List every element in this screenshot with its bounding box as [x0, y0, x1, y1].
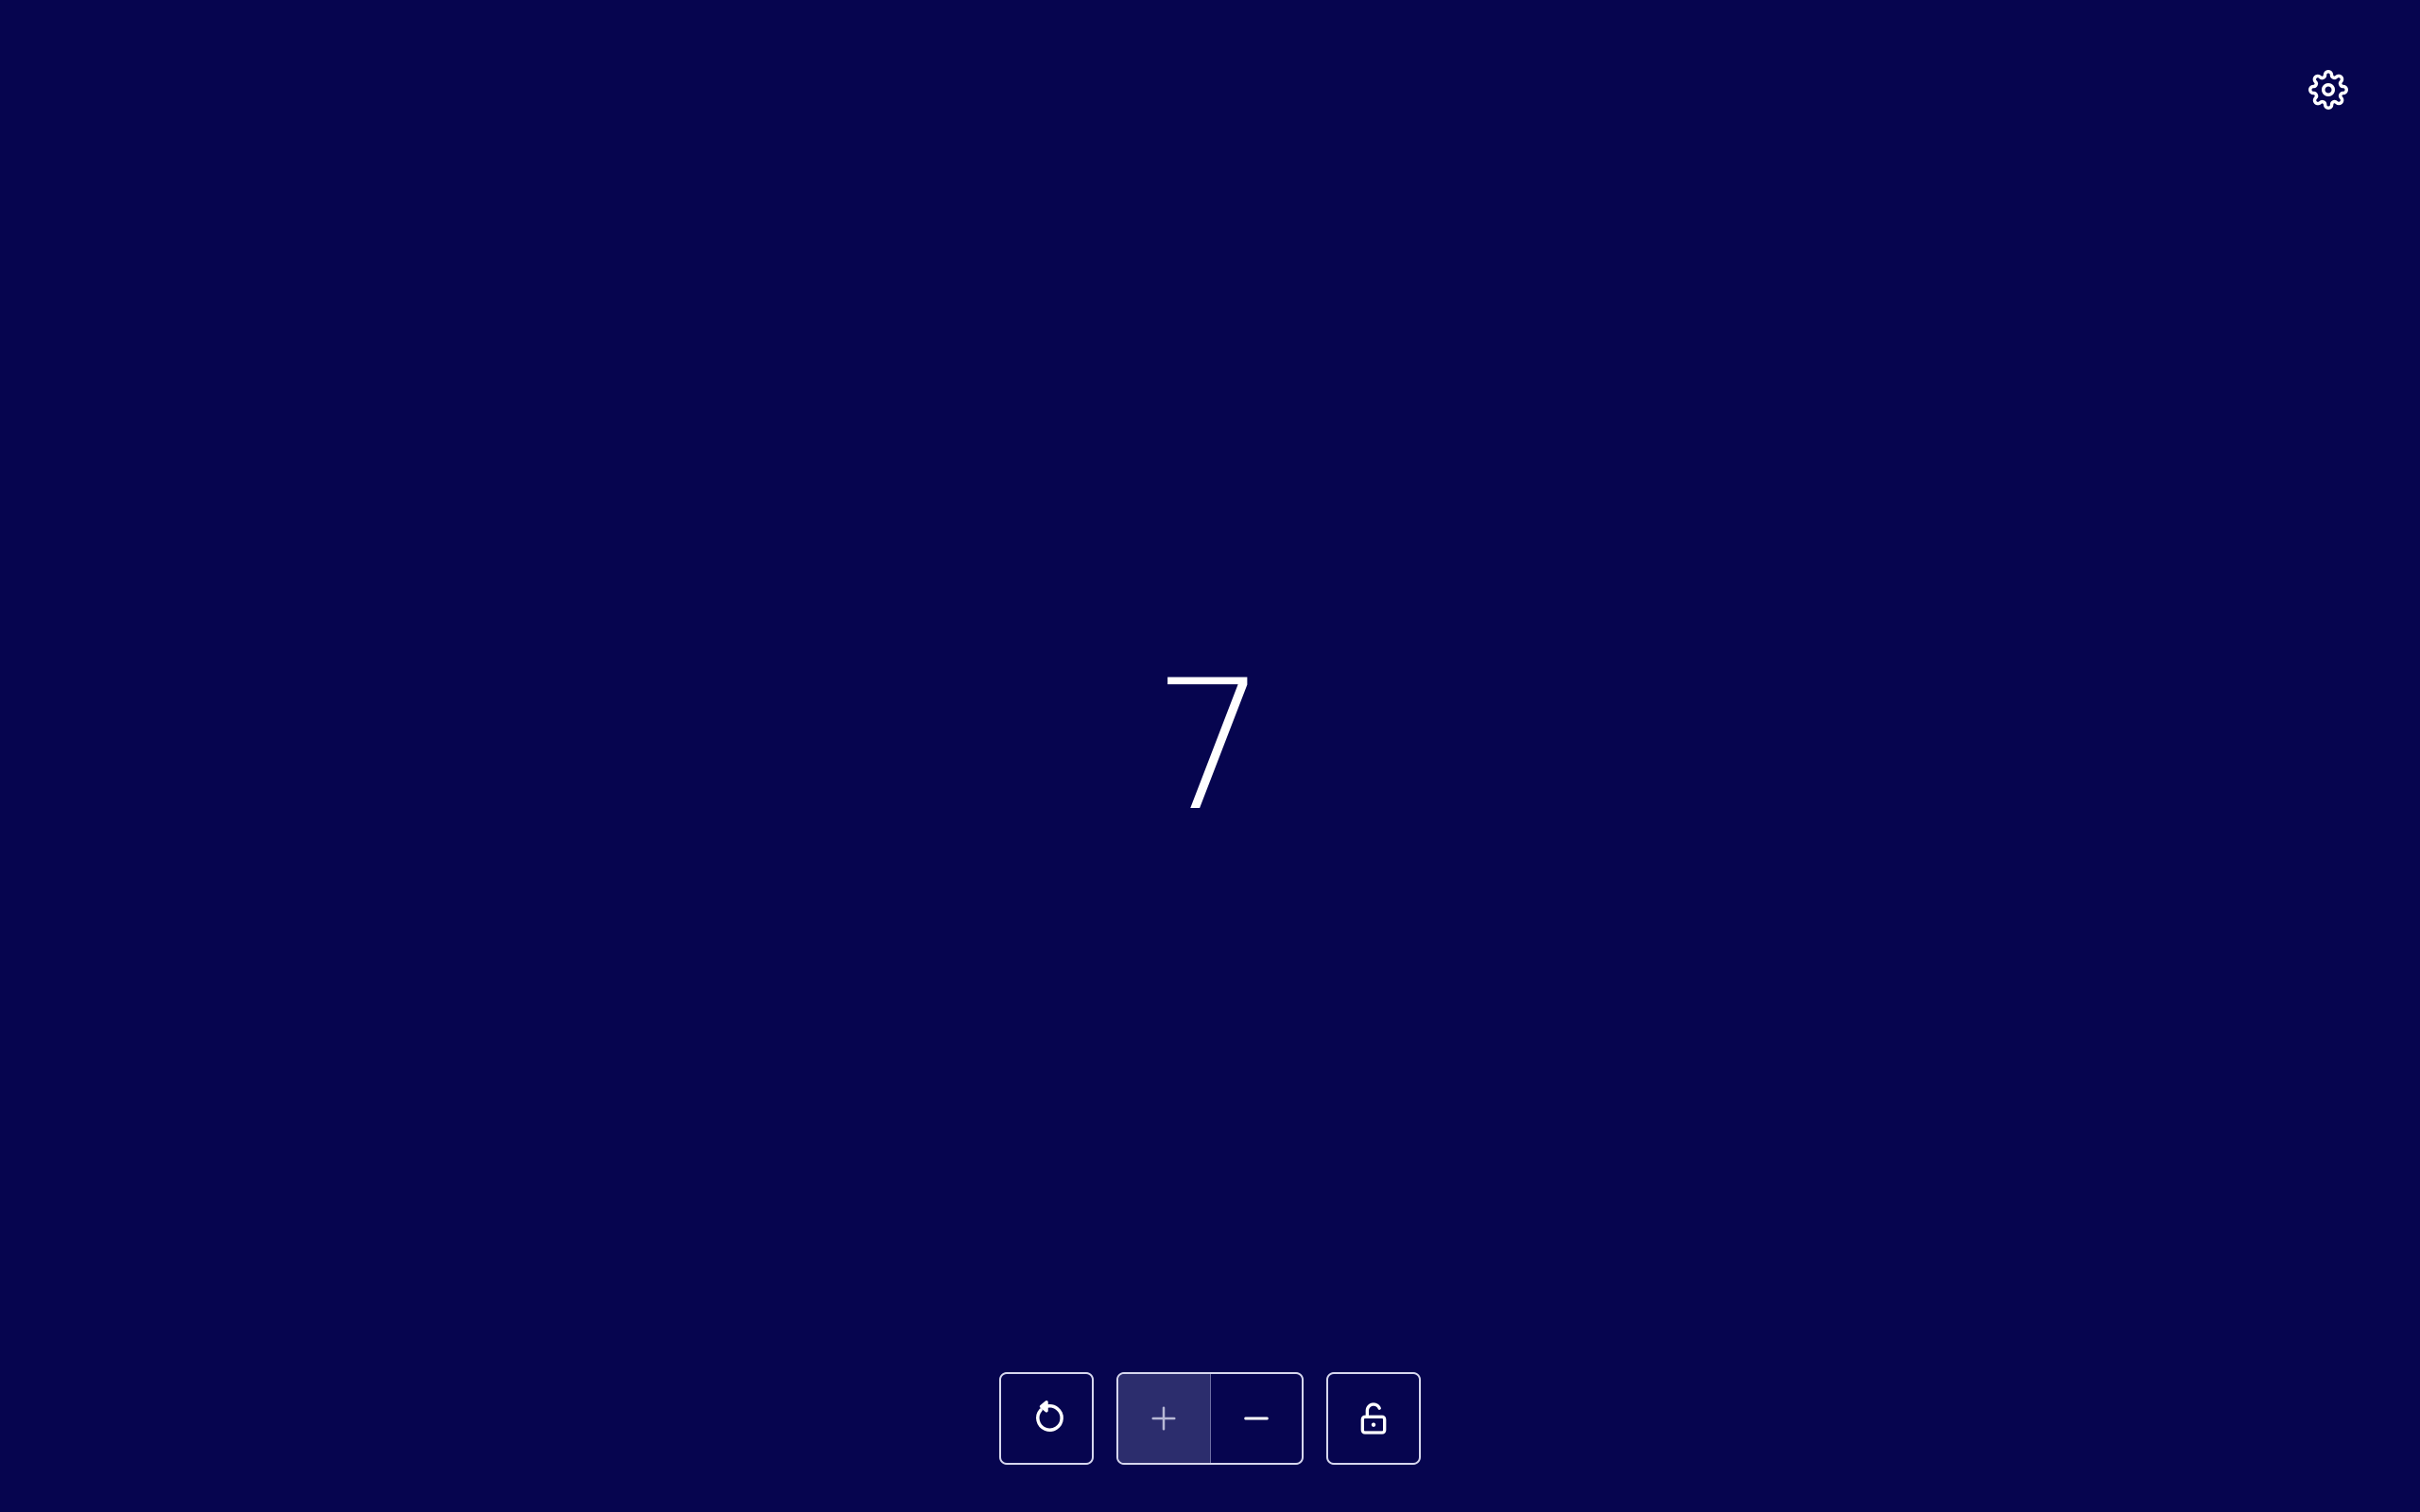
- lock-button[interactable]: [1326, 1372, 1421, 1465]
- counter-value: 7: [1152, 642, 1268, 850]
- rotate-ccw-icon: [1028, 1400, 1064, 1436]
- plus-icon: [1150, 1404, 1178, 1433]
- reset-button[interactable]: [999, 1372, 1094, 1465]
- control-bar: [0, 1372, 2420, 1467]
- settings-button[interactable]: [2308, 69, 2349, 111]
- unlocked-padlock-icon: [1355, 1400, 1392, 1437]
- decrement-button[interactable]: [1211, 1374, 1303, 1463]
- step-button-group: [1116, 1372, 1304, 1465]
- increment-button[interactable]: [1118, 1374, 1211, 1463]
- gear-icon: [2308, 70, 2348, 110]
- minus-icon: [1242, 1404, 1270, 1433]
